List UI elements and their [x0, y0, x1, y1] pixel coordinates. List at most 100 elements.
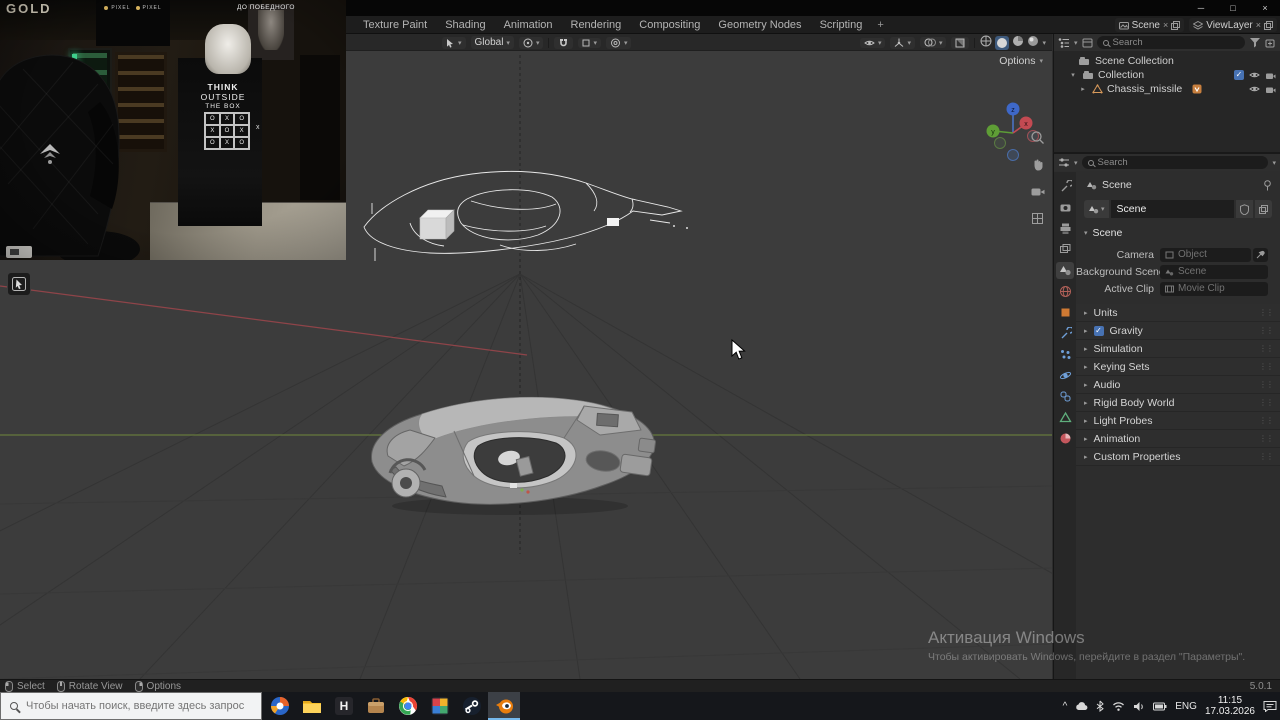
wireframe-chassis-model[interactable]	[350, 165, 695, 275]
minimize-button[interactable]: ─	[1186, 0, 1216, 16]
viewlayer-selector[interactable]: ViewLayer ×	[1189, 18, 1277, 32]
tab-constraints[interactable]	[1056, 388, 1074, 405]
cloud-icon[interactable]	[1075, 701, 1088, 711]
filter-icon[interactable]	[1249, 37, 1261, 48]
section-units[interactable]: ▸ Units ⋮⋮	[1076, 304, 1280, 322]
expander-icon[interactable]: ▸	[1078, 85, 1088, 93]
add-workspace-button[interactable]: +	[871, 17, 889, 34]
drag-dots-icon[interactable]: ⋮⋮	[1259, 398, 1274, 407]
toggle-ortho-button[interactable]	[1030, 211, 1045, 231]
wifi-icon[interactable]	[1112, 701, 1125, 711]
chrome-button[interactable]	[392, 692, 424, 720]
expander-icon[interactable]: ▾	[1068, 71, 1078, 79]
show-gizmo-toggle[interactable]: ▾	[890, 36, 915, 49]
section-light-probes[interactable]: ▸ Light Probes ⋮⋮	[1076, 412, 1280, 430]
new-viewlayer-icon[interactable]	[1264, 20, 1273, 30]
tab-scene[interactable]	[1056, 262, 1074, 279]
unlink-scene-icon[interactable]: ×	[1163, 20, 1168, 30]
drag-dots-icon[interactable]: ⋮⋮	[1259, 362, 1274, 371]
shading-material-button[interactable]	[1012, 34, 1024, 52]
scene-section-header[interactable]: ▾ Scene	[1076, 224, 1280, 242]
hide-eye-icon[interactable]	[1249, 71, 1260, 79]
browser-app-button[interactable]	[264, 692, 296, 720]
section-custom-properties[interactable]: ▸ Custom Properties ⋮⋮	[1076, 448, 1280, 466]
drag-dots-icon[interactable]: ⋮⋮	[1259, 344, 1274, 353]
action-center-icon[interactable]	[1263, 700, 1277, 712]
pan-tool-button[interactable]	[1030, 157, 1045, 177]
tab-texture-paint[interactable]: Texture Paint	[354, 17, 436, 34]
tab-tool[interactable]	[1056, 178, 1074, 195]
tab-object[interactable]	[1056, 304, 1074, 321]
camera-field[interactable]: Object	[1160, 247, 1251, 262]
blender-app-button[interactable]	[488, 692, 520, 720]
case-launcher-button[interactable]	[360, 692, 392, 720]
scene-selector[interactable]: Scene ×	[1114, 18, 1185, 32]
scene-name-field[interactable]: Scene	[1110, 200, 1234, 218]
fake-user-button[interactable]	[1236, 200, 1253, 218]
tab-modifiers[interactable]	[1056, 325, 1074, 342]
tray-expand-button[interactable]: ^	[1063, 701, 1068, 712]
tweak-mode-dropdown[interactable]: ▾	[442, 36, 466, 49]
checkbox-icon[interactable]: ✓	[1234, 70, 1244, 80]
taskbar-search[interactable]	[0, 692, 262, 720]
outliner-row-collection[interactable]: ▾ Collection ✓	[1054, 68, 1280, 82]
snap-with-dropdown[interactable]: ▾	[578, 37, 601, 48]
drag-dots-icon[interactable]: ⋮⋮	[1259, 380, 1274, 389]
section-audio[interactable]: ▸ Audio ⋮⋮	[1076, 376, 1280, 394]
render-camera-icon[interactable]	[1265, 71, 1276, 80]
hide-eye-icon[interactable]	[1249, 85, 1260, 93]
outliner-row-scene-collection[interactable]: Scene Collection	[1054, 54, 1280, 68]
new-scene-icon[interactable]	[1171, 20, 1181, 30]
tab-material[interactable]	[1056, 430, 1074, 447]
transform-orientation-dropdown[interactable]: Global ▾	[470, 36, 514, 49]
shading-rendered-button[interactable]	[1027, 34, 1039, 52]
properties-search[interactable]: Search	[1081, 156, 1269, 169]
file-explorer-button[interactable]	[296, 692, 328, 720]
tray-clock[interactable]: 11:15 17.03.2026	[1205, 695, 1255, 717]
remove-viewlayer-icon[interactable]: ×	[1256, 20, 1261, 30]
game-launcher-button[interactable]	[424, 692, 456, 720]
tab-scripting[interactable]: Scripting	[811, 17, 872, 34]
drag-dots-icon[interactable]: ⋮⋮	[1259, 416, 1274, 425]
drag-dots-icon[interactable]: ⋮⋮	[1259, 452, 1274, 461]
drag-dots-icon[interactable]: ⋮⋮	[1259, 308, 1274, 317]
drag-dots-icon[interactable]: ⋮⋮	[1259, 434, 1274, 443]
tab-object-data[interactable]	[1056, 409, 1074, 426]
snap-toggle[interactable]	[554, 36, 574, 49]
gravity-checkbox[interactable]: ✓	[1093, 325, 1104, 336]
pin-icon[interactable]	[1263, 179, 1272, 191]
volume-icon[interactable]	[1133, 701, 1145, 712]
chevron-down-icon[interactable]: ▾	[1272, 159, 1276, 167]
steam-button[interactable]	[456, 692, 488, 720]
viewport-options-dropdown[interactable]: Options ▾	[999, 55, 1043, 67]
background-scene-field[interactable]: Scene	[1160, 264, 1268, 279]
tab-output[interactable]	[1056, 220, 1074, 237]
tab-physics[interactable]	[1056, 367, 1074, 384]
toggle-xray-button[interactable]	[951, 36, 970, 49]
maximize-button[interactable]: □	[1218, 0, 1248, 16]
camera-view-button[interactable]	[1030, 184, 1045, 204]
tab-particles[interactable]	[1056, 346, 1074, 363]
section-keying-sets[interactable]: ▸ Keying Sets ⋮⋮	[1076, 358, 1280, 376]
shading-solid-button[interactable]	[995, 35, 1010, 50]
chevron-down-icon[interactable]: ▾	[1074, 39, 1078, 47]
section-simulation[interactable]: ▸ Simulation ⋮⋮	[1076, 340, 1280, 358]
scene-datablock-dropdown[interactable]: ▾	[1084, 200, 1109, 218]
active-tool-button[interactable]	[7, 272, 31, 296]
tab-shading[interactable]: Shading	[436, 17, 494, 34]
taskbar-search-input[interactable]	[26, 700, 252, 712]
chevron-down-icon[interactable]: ▾	[1074, 159, 1078, 167]
h-launcher-button[interactable]: H	[328, 692, 360, 720]
pivot-point-dropdown[interactable]: ▾	[518, 36, 544, 49]
section-gravity[interactable]: ▸ ✓ Gravity ⋮⋮	[1076, 322, 1280, 340]
display-mode-icon[interactable]	[1082, 38, 1093, 48]
section-rigid-body-world[interactable]: ▸ Rigid Body World ⋮⋮	[1076, 394, 1280, 412]
show-overlays-toggle[interactable]: ▾	[919, 37, 947, 48]
render-camera-icon[interactable]	[1265, 85, 1276, 94]
tab-geometry-nodes[interactable]: Geometry Nodes	[709, 17, 810, 34]
proportional-edit-dropdown[interactable]: ▾	[605, 36, 632, 49]
outliner-row-chassis[interactable]: ▸ Chassis_missile	[1054, 82, 1280, 96]
zoom-tool-button[interactable]	[1030, 130, 1045, 150]
tab-rendering[interactable]: Rendering	[562, 17, 631, 34]
eyedropper-button[interactable]	[1253, 247, 1268, 262]
